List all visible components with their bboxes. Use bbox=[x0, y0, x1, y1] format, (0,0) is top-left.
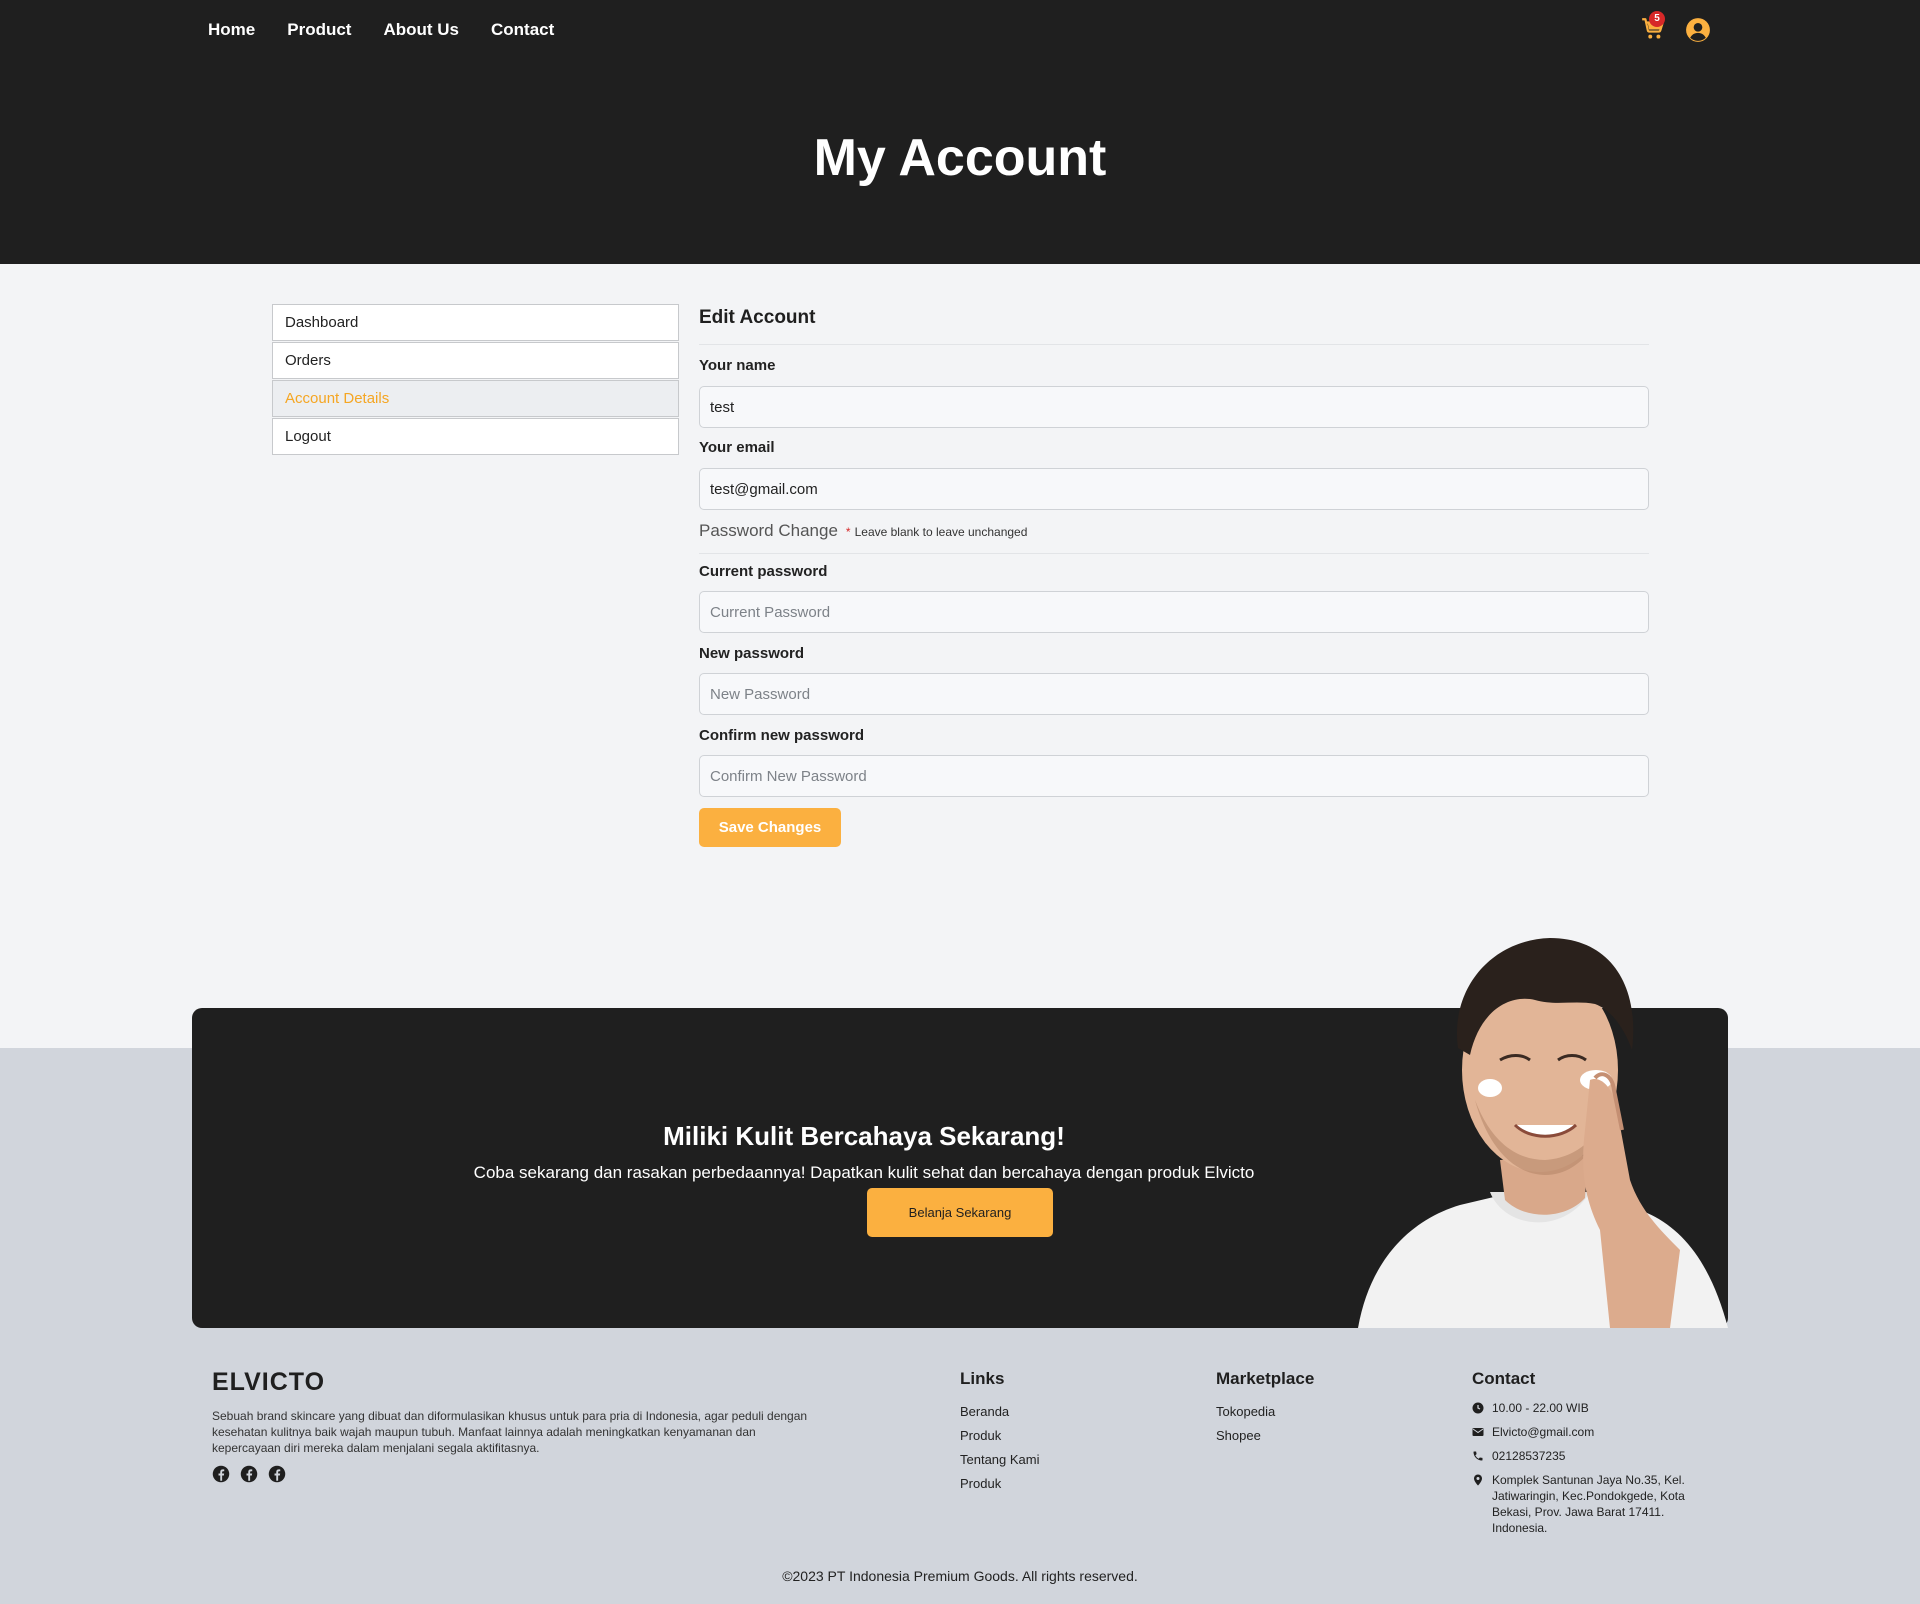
edit-account-form: Edit Account Your name Your email Passwo… bbox=[699, 304, 1649, 847]
sidebar-item-logout[interactable]: Logout bbox=[272, 418, 679, 455]
name-input[interactable] bbox=[699, 386, 1649, 428]
footer-link-beranda[interactable]: Beranda bbox=[960, 1400, 1040, 1424]
facebook-icon[interactable] bbox=[240, 1465, 258, 1483]
nav-about-us[interactable]: About Us bbox=[383, 18, 459, 42]
phone-icon bbox=[1473, 1451, 1483, 1461]
nav-contact[interactable]: Contact bbox=[491, 18, 554, 42]
cart-count-badge: 5 bbox=[1649, 11, 1665, 27]
password-change-heading: Password Change * Leave blank to leave u… bbox=[699, 521, 1027, 541]
page-title: My Account bbox=[813, 129, 1107, 187]
footer-marketplace-title: Marketplace bbox=[1216, 1369, 1315, 1388]
contact-address: Komplek Santunan Jaya No.35, Kel. Jatiwa… bbox=[1472, 1472, 1712, 1536]
shop-now-button[interactable]: Belanja Sekarang bbox=[867, 1188, 1053, 1237]
current-password-input[interactable] bbox=[699, 591, 1649, 633]
sidebar-item-orders[interactable]: Orders bbox=[272, 342, 679, 379]
nav-product[interactable]: Product bbox=[287, 18, 351, 42]
footer-brand: ELVICTO bbox=[212, 1368, 326, 1396]
footer-link-tokopedia[interactable]: Tokopedia bbox=[1216, 1400, 1314, 1424]
copyright-text: ©2023 PT Indonesia Premium Goods. All ri… bbox=[782, 1568, 1138, 1584]
contact-hours-text: 10.00 - 22.00 WIB bbox=[1492, 1401, 1589, 1415]
new-password-input[interactable] bbox=[699, 673, 1649, 715]
contact-phone: 02128537235 bbox=[1472, 1448, 1712, 1464]
footer-marketplace-column: Marketplace Tokopedia Shopee bbox=[1216, 1368, 1314, 1448]
contact-email-text[interactable]: Elvicto@gmail.com bbox=[1492, 1424, 1594, 1440]
footer-link-tentang-kami[interactable]: Tentang Kami bbox=[960, 1448, 1040, 1472]
footer-link-produk-2[interactable]: Produk bbox=[960, 1472, 1040, 1496]
password-change-note: Leave blank to leave unchanged bbox=[854, 525, 1028, 539]
footer-link-produk[interactable]: Produk bbox=[960, 1424, 1040, 1448]
contact-hours: 10.00 - 22.00 WIB bbox=[1472, 1400, 1712, 1416]
footer-contact-column: Contact 10.00 - 22.00 WIB Elvicto@gmail.… bbox=[1472, 1368, 1712, 1544]
email-label: Your email bbox=[699, 439, 775, 456]
model-photo bbox=[1340, 930, 1730, 1330]
envelope-icon bbox=[1472, 1428, 1484, 1436]
account-sidebar: Dashboard Orders Account Details Logout bbox=[272, 304, 679, 456]
name-label: Your name bbox=[699, 357, 776, 374]
email-input[interactable] bbox=[699, 468, 1649, 510]
map-pin-icon bbox=[1474, 1474, 1482, 1486]
footer-links-column: Links Beranda Produk Tentang Kami Produk bbox=[960, 1368, 1040, 1496]
confirm-password-input[interactable] bbox=[699, 755, 1649, 797]
facebook-icon[interactable] bbox=[212, 1465, 230, 1483]
nav-home[interactable]: Home bbox=[208, 18, 255, 42]
password-note-asterisk: * bbox=[845, 525, 851, 539]
footer-social-links bbox=[212, 1465, 286, 1483]
form-divider bbox=[699, 344, 1649, 345]
footer-links-title: Links bbox=[960, 1369, 1005, 1388]
user-account-icon[interactable] bbox=[1685, 17, 1711, 43]
save-changes-button[interactable]: Save Changes bbox=[699, 808, 841, 847]
main-nav: Home Product About Us Contact bbox=[208, 18, 554, 42]
footer-description: Sebuah brand skincare yang dibuat dan di… bbox=[212, 1409, 808, 1455]
current-password-label: Current password bbox=[699, 563, 828, 580]
password-divider bbox=[699, 553, 1649, 554]
confirm-password-label: Confirm new password bbox=[699, 727, 865, 744]
contact-address-text: Komplek Santunan Jaya No.35, Kel. Jatiwa… bbox=[1492, 1473, 1685, 1535]
footer-contact-title: Contact bbox=[1472, 1369, 1536, 1388]
new-password-label: New password bbox=[699, 645, 805, 662]
contact-email: Elvicto@gmail.com bbox=[1472, 1424, 1712, 1440]
password-change-title: Password Change bbox=[699, 521, 838, 540]
clock-icon bbox=[1472, 1402, 1484, 1414]
contact-phone-text: 02128537235 bbox=[1492, 1449, 1566, 1463]
sidebar-item-dashboard[interactable]: Dashboard bbox=[272, 304, 679, 341]
sidebar-item-account-details[interactable]: Account Details bbox=[272, 380, 679, 417]
facebook-icon[interactable] bbox=[268, 1465, 286, 1483]
form-heading: Edit Account bbox=[699, 307, 816, 328]
hero-header: Home Product About Us Contact 5 My Accou… bbox=[0, 0, 1920, 264]
footer-link-shopee[interactable]: Shopee bbox=[1216, 1424, 1314, 1448]
